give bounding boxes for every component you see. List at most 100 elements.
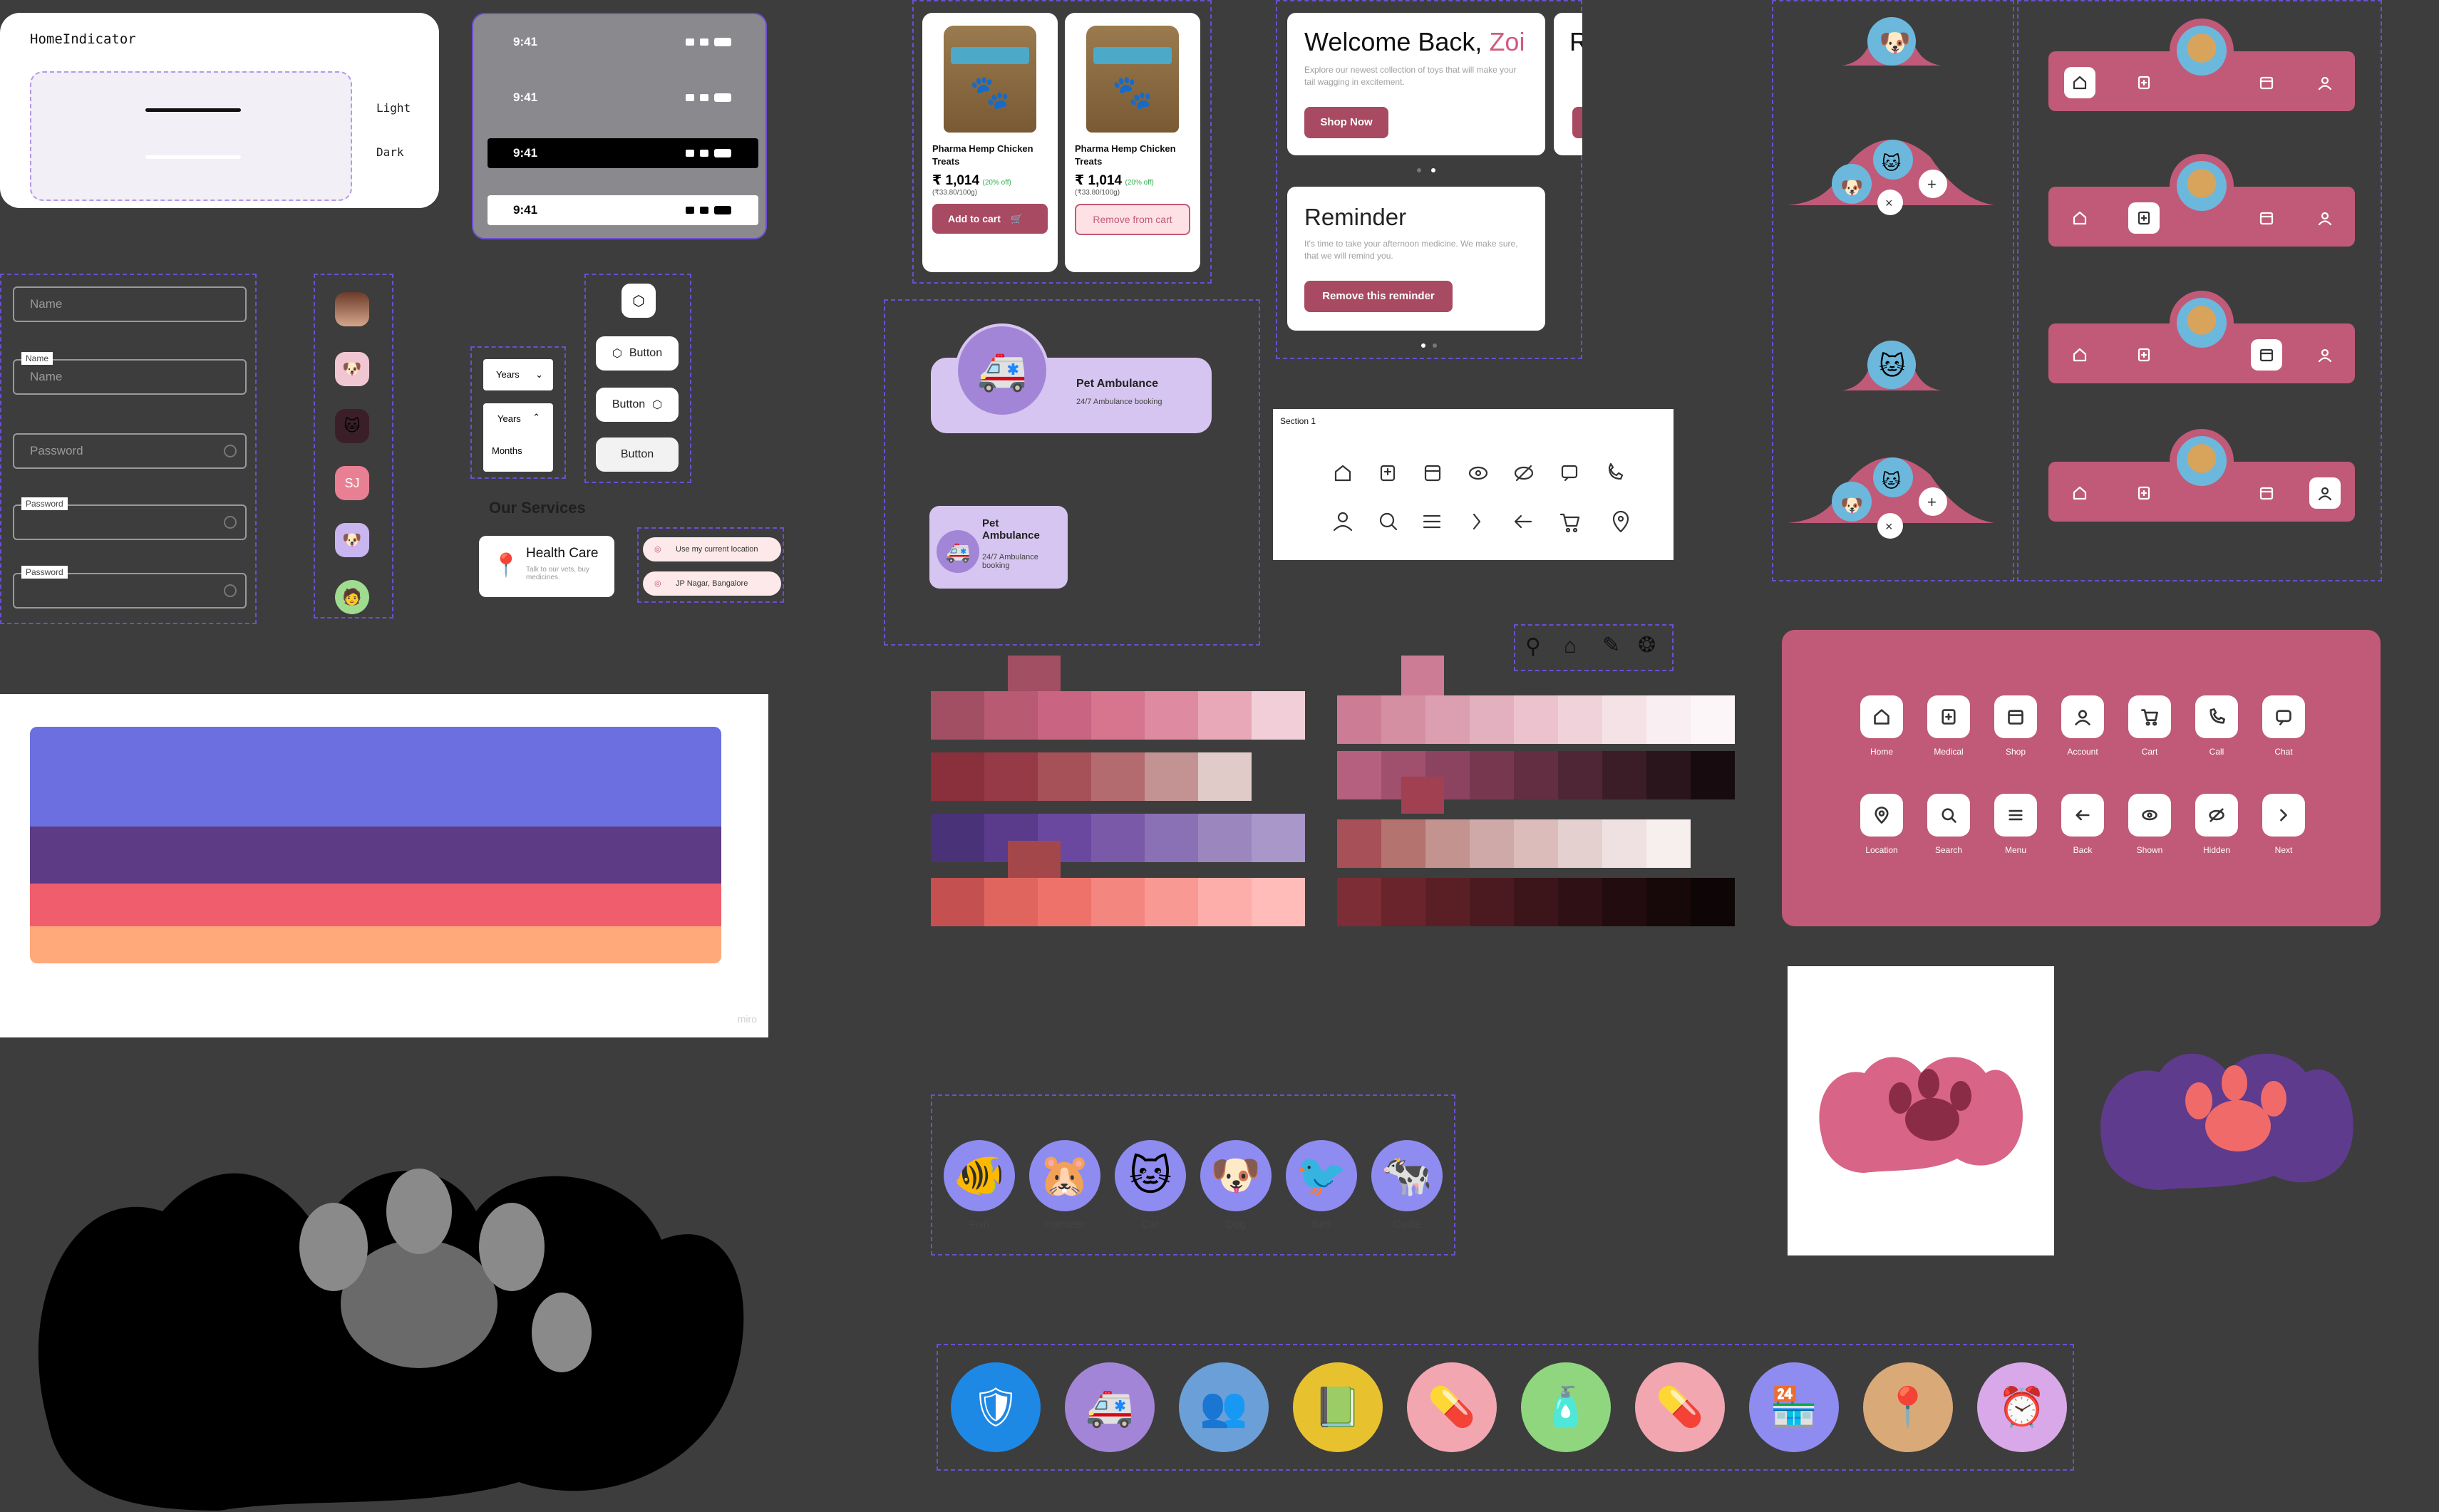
palette-coral [931, 878, 1305, 926]
home-indicator-preview [30, 71, 352, 201]
years-dropdown-open[interactable]: Years ⌃ Months [483, 403, 553, 472]
icon-left-button[interactable]: ⬡ Button [596, 336, 679, 371]
icon-location[interactable]: Location [1846, 794, 1917, 855]
pet-cattle[interactable]: 🐄 Cattle [1370, 1140, 1444, 1231]
swatch [1646, 751, 1691, 799]
icon-back[interactable]: Back [2047, 794, 2118, 855]
home-indicator-dark-bar [145, 155, 241, 159]
dog-avatar[interactable] [2177, 298, 2227, 348]
location-paw-icon[interactable]: 📍 [1863, 1362, 1953, 1452]
shop-icon[interactable] [2251, 477, 2282, 509]
name-input[interactable]: Name [13, 286, 247, 322]
location-chip-current[interactable]: ◎ Use my current location [643, 537, 781, 561]
icon-chat[interactable]: Chat [2248, 695, 2319, 757]
name-input-filled[interactable]: Name Name [13, 352, 247, 395]
status-time: 9:41 [513, 90, 538, 104]
hamster-icon: 🐹 [1029, 1140, 1100, 1211]
home-icon[interactable] [2064, 477, 2095, 509]
carousel-dots[interactable] [1417, 168, 1438, 174]
medical-icon[interactable] [2128, 202, 2160, 234]
dog-avatar: 🐶 [335, 523, 369, 557]
svg-text:🐱: 🐱 [1882, 152, 1901, 174]
pet-ambulance-small-card[interactable]: 🚑 Pet Ambulance 24/7 Ambulance booking [929, 506, 1068, 589]
pet-fish[interactable]: 🐠 Fish [942, 1140, 1016, 1231]
cube-icon-button[interactable]: ⬡ [622, 284, 656, 318]
swatch [1425, 819, 1470, 868]
dog-avatar[interactable] [2177, 161, 2227, 211]
medical-icon[interactable] [2128, 477, 2160, 509]
eye-icon[interactable] [224, 445, 237, 457]
records-icon[interactable]: 📗 [1293, 1362, 1383, 1452]
icon-shown[interactable]: Shown [2114, 794, 2185, 855]
password-input[interactable]: Password [13, 433, 247, 469]
remove-reminder-button[interactable]: Remove this reminder [1304, 281, 1453, 312]
signal-icons [686, 149, 731, 157]
icon-home[interactable]: Home [1846, 695, 1917, 757]
swatch [1646, 695, 1691, 744]
icon-medical[interactable]: Medical [1913, 695, 1984, 757]
svg-text:🐱: 🐱 [1879, 351, 1906, 380]
status-bar: 9:41 [488, 83, 758, 113]
icon-hidden[interactable]: Hidden [2181, 794, 2252, 855]
reminder-title: Reminder [1304, 204, 1407, 230]
account-icon[interactable] [2309, 339, 2341, 371]
carousel-dots[interactable] [1421, 343, 1443, 349]
password-input-filled[interactable]: Password [13, 566, 247, 609]
capsule-icon[interactable]: 💊 [1635, 1362, 1725, 1452]
product-card[interactable]: Pharma Hemp Chicken Treats ₹ 1,014 (20% … [922, 13, 1058, 272]
alarm-clock-icon[interactable]: ⏰ [1977, 1362, 2067, 1452]
pet-hamster[interactable]: 🐹 Hamster [1028, 1140, 1102, 1231]
home-icon[interactable] [2064, 339, 2095, 371]
welcome-greeting: Welcome Back, [1304, 27, 1483, 56]
shop-now-button[interactable]: Shop Now [1304, 107, 1388, 138]
password-input-focused[interactable]: Password [13, 497, 247, 540]
product-card[interactable]: Pharma Hemp Chicken Treats ₹ 1,014 (20% … [1065, 13, 1200, 272]
shop-icon[interactable] [2251, 339, 2282, 371]
swatch [1425, 878, 1470, 926]
ambulance-icon[interactable]: 🚑 [1065, 1362, 1155, 1452]
eye-off-icon[interactable] [224, 584, 237, 597]
eye-icon[interactable] [224, 516, 237, 529]
name-placeholder: Name [30, 297, 63, 311]
svg-text:🐱: 🐱 [1882, 470, 1901, 492]
pet-shop-icon[interactable]: 🏪 [1749, 1362, 1839, 1452]
shop-icon[interactable] [2251, 67, 2282, 98]
home-icon[interactable] [2064, 67, 2095, 98]
bottle-icon[interactable]: 🧴 [1521, 1362, 1611, 1452]
pet-dog[interactable]: 🐶 Dog [1199, 1140, 1273, 1231]
icon-cart[interactable]: Cart [2114, 695, 2185, 757]
icon-menu[interactable]: Menu [1980, 794, 2051, 855]
vet-team-icon[interactable]: 👥 [1179, 1362, 1269, 1452]
plain-button[interactable]: Button [596, 437, 679, 472]
health-care-card[interactable]: 📍 Health Care Talk to our vets, buy medi… [479, 536, 614, 597]
account-icon[interactable] [2309, 67, 2341, 98]
years-dropdown-closed[interactable]: Years ⌄ [483, 359, 553, 390]
account-icon[interactable] [2309, 477, 2341, 509]
icon-call[interactable]: Call [2181, 695, 2252, 757]
icon-account[interactable]: Account [2047, 695, 2118, 757]
medical-icon[interactable] [2128, 339, 2160, 371]
home-icon[interactable] [2064, 202, 2095, 234]
dropdown-option-months[interactable]: Months [483, 424, 553, 456]
swatch [1252, 878, 1305, 926]
pill-icon[interactable]: 💊 [1407, 1362, 1497, 1452]
health-care-title: Health Care [526, 546, 599, 561]
account-icon[interactable] [2309, 202, 2341, 234]
icon-search[interactable]: Search [1913, 794, 1984, 855]
icon-right-button[interactable]: Button ⬡ [596, 388, 679, 422]
pet-ambulance-card[interactable]: 🚑 Pet Ambulance 24/7 Ambulance booking [931, 323, 1212, 433]
remove-from-cart-button[interactable]: Remove from cart [1075, 204, 1190, 235]
pets-photo-avatar: 🐶 [335, 352, 369, 386]
icon-next[interactable]: Next [2248, 794, 2319, 855]
pet-bird[interactable]: 🐦 Bird [1284, 1140, 1358, 1231]
icon-shop[interactable]: Shop [1980, 695, 2051, 757]
shield-plus-icon[interactable]: 🛡 [951, 1362, 1041, 1452]
location-chip-area[interactable]: ◎ JP Nagar, Bangalore [643, 571, 781, 596]
medical-icon[interactable] [2128, 67, 2160, 98]
dog-avatar[interactable] [2177, 26, 2227, 76]
initials-avatar: SJ [335, 466, 369, 500]
add-to-cart-button[interactable]: Add to cart 🛒 [932, 204, 1048, 234]
shop-icon[interactable] [2251, 202, 2282, 234]
pet-cat[interactable]: 🐱 Cat [1113, 1140, 1187, 1231]
dog-avatar[interactable] [2177, 436, 2227, 486]
